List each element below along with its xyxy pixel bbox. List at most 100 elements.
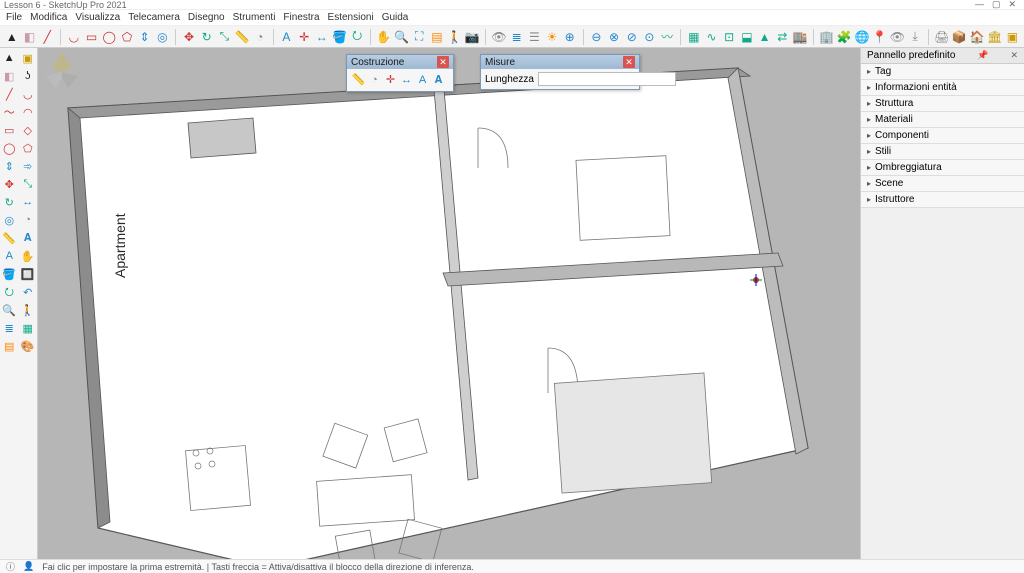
building-icon[interactable]: 🏛	[987, 29, 1003, 45]
print-icon[interactable]: 🖨	[934, 29, 950, 45]
componentize-icon[interactable]: 📦	[952, 29, 968, 45]
scale-icon[interactable]: ⤡	[20, 176, 36, 192]
pan-icon[interactable]: ✋	[20, 248, 36, 264]
sandbox-detail-icon[interactable]: ▲	[757, 29, 773, 45]
export-icon[interactable]: ⤓	[907, 29, 923, 45]
model-canvas[interactable]	[38, 48, 860, 559]
viewport[interactable]: Apartment Costruzione ✕ 📏◔✛↔A𝐀 Misure ✕ …	[38, 48, 860, 559]
axes-icon[interactable]: ✛	[296, 29, 312, 45]
solid-intersect-icon[interactable]: ⊗	[606, 29, 622, 45]
rotate-icon[interactable]: ↻	[199, 29, 215, 45]
text-icon[interactable]: A	[415, 73, 430, 88]
construction-toolbar-panel[interactable]: Costruzione ✕ 📏◔✛↔A𝐀	[346, 54, 454, 92]
add-location-icon[interactable]: 📍	[872, 29, 888, 45]
move-icon[interactable]: ✥	[181, 29, 197, 45]
shadows-icon[interactable]: ☀	[544, 29, 560, 45]
rot-rectangle-icon[interactable]: ◇	[20, 122, 36, 138]
tape-icon[interactable]: 📏	[234, 29, 250, 45]
rectangle-icon[interactable]: ▭	[1, 122, 17, 138]
warehouse-icon[interactable]: 🏬	[792, 29, 808, 45]
sandbox-flip-icon[interactable]: ⇄	[774, 29, 790, 45]
orbit-icon[interactable]: ⭮	[349, 29, 365, 45]
protractor-icon[interactable]: ◔	[20, 212, 36, 228]
paint-icon[interactable]: 🪣	[1, 266, 17, 282]
zoom-icon[interactable]: 🔍	[1, 302, 17, 318]
line-icon[interactable]: ╱	[39, 29, 55, 45]
prev-view-icon[interactable]: ↶	[20, 284, 36, 300]
minimize-button[interactable]: —	[975, 0, 984, 10]
walk-icon[interactable]: 🚶	[447, 29, 463, 45]
layers-icon[interactable]: ≣	[509, 29, 525, 45]
solid-union-icon[interactable]: ⊕	[562, 29, 578, 45]
tape-icon[interactable]: 📏	[1, 230, 17, 246]
text-icon[interactable]: A	[279, 29, 295, 45]
offset-icon[interactable]: ◎	[1, 212, 17, 228]
close-icon[interactable]: ✕	[623, 56, 635, 68]
move-icon[interactable]: ✥	[1, 176, 17, 192]
paint-icon[interactable]: 🪣	[332, 29, 348, 45]
sandbox-smoove-icon[interactable]: ∿	[704, 29, 720, 45]
protractor-icon[interactable]: ◔	[252, 29, 268, 45]
zoom-icon[interactable]: 🔍	[394, 29, 410, 45]
select-icon[interactable]: ▲	[1, 50, 17, 66]
polygon-icon[interactable]: ⬠	[119, 29, 135, 45]
geo-icon[interactable]: 🌐	[854, 29, 870, 45]
orbit-icon[interactable]: ⭮	[1, 284, 17, 300]
sandbox-scratch-icon[interactable]: ▦	[686, 29, 702, 45]
3dwarehouse-icon[interactable]: 🏢	[819, 29, 835, 45]
menu-telecamera[interactable]: Telecamera	[128, 12, 180, 23]
menu-disegno[interactable]: Disegno	[188, 12, 225, 23]
outliner-icon[interactable]: ☰	[526, 29, 542, 45]
zoom-extents-icon[interactable]: ⛶	[411, 29, 427, 45]
section-icon[interactable]: ▤	[1, 338, 17, 354]
arc-icon[interactable]: ◡	[20, 86, 36, 102]
line-icon[interactable]: ╱	[1, 86, 17, 102]
arc-icon[interactable]: ◡	[66, 29, 82, 45]
sandbox-contours-icon[interactable]: 〰	[659, 29, 675, 45]
section-icon[interactable]: ▤	[429, 29, 445, 45]
preview-icon[interactable]: 👁	[890, 29, 906, 45]
freehand-icon[interactable]: ～	[1, 104, 17, 120]
position-camera-icon[interactable]: 📷	[464, 29, 480, 45]
dimension-icon[interactable]: ↔	[314, 29, 330, 45]
circle-icon[interactable]: ◯	[1, 140, 17, 156]
pin-icon[interactable]: 📌	[977, 50, 988, 61]
eraser-icon[interactable]: ◧	[1, 68, 17, 84]
axes-icon[interactable]: ✛	[383, 72, 398, 87]
make-component-icon[interactable]: ▣	[20, 50, 36, 66]
tray-item-istruttore[interactable]: ▸Istruttore	[861, 192, 1024, 208]
tray-item-stili[interactable]: ▸Stili	[861, 144, 1024, 160]
tray-item-materiali[interactable]: ▸Materiali	[861, 112, 1024, 128]
protractor-icon[interactable]: ◔	[367, 73, 382, 88]
pan-icon[interactable]: ✋	[376, 29, 392, 45]
measure-input[interactable]	[538, 72, 676, 86]
extension-icon[interactable]: 🧩	[836, 29, 852, 45]
solid-subtract-icon[interactable]: ⊖	[589, 29, 605, 45]
measure-panel[interactable]: Misure ✕ Lunghezza	[480, 54, 640, 90]
3d-text-icon[interactable]: 𝐀	[431, 73, 446, 88]
rectangle-icon[interactable]: ▭	[84, 29, 100, 45]
style-icon[interactable]: 🎨	[20, 338, 36, 354]
pushpull-icon[interactable]: ⇕	[137, 29, 153, 45]
text-icon[interactable]: A	[1, 248, 17, 264]
user-icon[interactable]: 👤	[23, 561, 34, 572]
solid-trim-icon[interactable]: ⊘	[624, 29, 640, 45]
maximize-button[interactable]: ▢	[992, 0, 1001, 10]
eraser-icon[interactable]: ◧	[22, 29, 38, 45]
select-icon[interactable]: ▲	[4, 29, 20, 45]
scale-icon[interactable]: ⤡	[217, 29, 233, 45]
tape-icon[interactable]: 📏	[351, 72, 366, 87]
help-icon[interactable]: ⓘ	[6, 560, 15, 573]
tray-close-icon[interactable]: ✕	[1010, 50, 1018, 61]
zoom-window-icon[interactable]: 🔲	[20, 266, 36, 282]
construction-panel-title-bar[interactable]: Costruzione ✕	[347, 55, 453, 69]
rotate-icon[interactable]: ↻	[1, 194, 17, 210]
followme-icon[interactable]: ➾	[20, 158, 36, 174]
tray-item-ombreggiatura[interactable]: ▸Ombreggiatura	[861, 160, 1024, 176]
look-icon[interactable]: 👁	[491, 29, 507, 45]
walk-icon[interactable]: 🚶	[20, 302, 36, 318]
tray-item-scene[interactable]: ▸Scene	[861, 176, 1024, 192]
pushpull-icon[interactable]: ⇕	[1, 158, 17, 174]
dimension-icon[interactable]: ↔	[399, 73, 414, 88]
tray-item-struttura[interactable]: ▸Struttura	[861, 96, 1024, 112]
